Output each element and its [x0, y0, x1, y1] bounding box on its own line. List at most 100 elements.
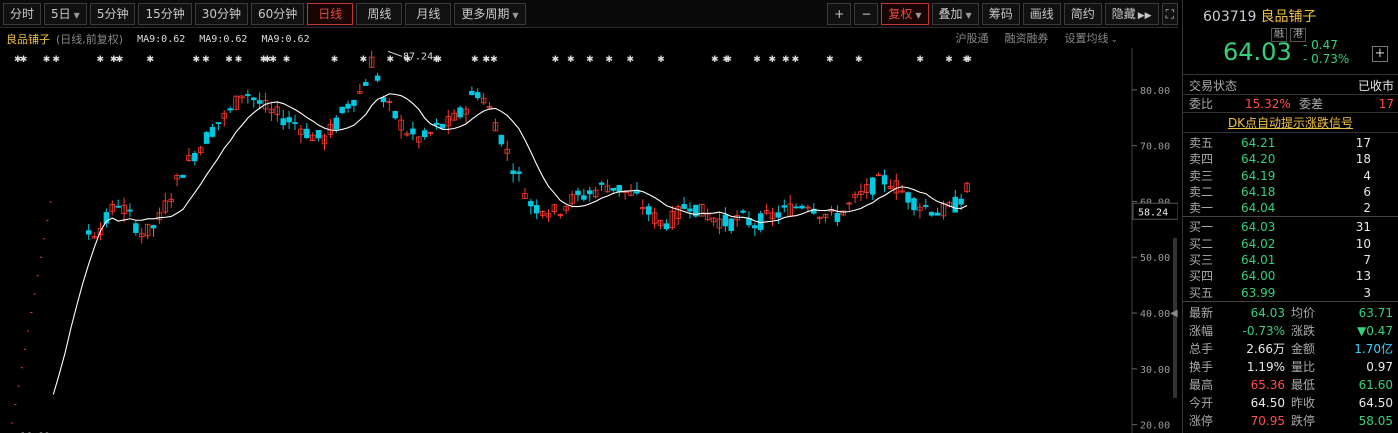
candle-body[interactable] — [392, 110, 398, 119]
candle-body[interactable] — [722, 214, 729, 227]
add-watchlist-button[interactable]: + — [1372, 46, 1388, 62]
chips-button[interactable]: 筹码 — [981, 3, 1020, 25]
candle-body[interactable] — [911, 198, 917, 211]
btn-5day[interactable]: 5日 ▼ — [44, 2, 87, 25]
candle-body[interactable] — [528, 201, 534, 207]
candle-body[interactable] — [799, 205, 805, 209]
candle-body[interactable] — [286, 117, 292, 123]
zoom-out-button[interactable]: − — [854, 3, 879, 25]
simple-button[interactable]: 简约 — [1063, 3, 1102, 25]
candle-body[interactable] — [958, 198, 964, 205]
candle-body[interactable] — [575, 190, 581, 196]
candle-body[interactable] — [304, 128, 310, 139]
scroll-handle-icon[interactable]: ◀ — [1170, 308, 1178, 319]
btn-30min[interactable]: 30分钟 — [194, 2, 249, 25]
candle-body[interactable] — [469, 90, 475, 96]
orderbook-row[interactable]: 买一 64.03 31 — [1183, 219, 1398, 235]
link-hk-connect[interactable]: 沪股通 — [955, 30, 988, 46]
hide-button[interactable]: 隐藏 ▶▶ — [1104, 3, 1159, 25]
candle-body[interactable] — [410, 128, 416, 135]
candle-body[interactable] — [380, 97, 387, 103]
btn-intraday[interactable]: 分时 — [3, 2, 42, 25]
orderbook-row[interactable]: 买四 64.00 13 — [1183, 268, 1398, 284]
overlay-button[interactable]: 叠加 ▼ — [931, 3, 979, 25]
candle-body[interactable] — [280, 118, 286, 126]
candle-body[interactable] — [793, 206, 799, 209]
kline-chart[interactable]: 80.0070.0060.0050.0040.0030.0020.00◀✱✱✱✱… — [0, 48, 1178, 433]
candle-body[interactable] — [374, 75, 381, 81]
candle-body[interactable] — [598, 182, 605, 185]
btn-15min[interactable]: 15分钟 — [138, 2, 192, 25]
candle-body[interactable] — [339, 106, 345, 114]
candle-body[interactable] — [351, 99, 357, 106]
orderbook-row[interactable]: 卖五 64.21 17 — [1183, 135, 1398, 151]
link-margin[interactable]: 融资融券 — [1004, 30, 1048, 46]
candle-body[interactable] — [227, 108, 233, 111]
candle-body[interactable] — [421, 130, 428, 138]
candle-body[interactable] — [781, 205, 788, 208]
candle-body[interactable] — [687, 208, 693, 212]
candle-body[interactable] — [115, 205, 121, 208]
candle-body[interactable] — [645, 206, 652, 215]
candle-body[interactable] — [85, 230, 92, 235]
btn-60min[interactable]: 60分钟 — [251, 2, 305, 25]
btn-more-periods[interactable]: 更多周期 ▼ — [454, 2, 526, 25]
candle-body[interactable] — [133, 223, 139, 233]
candle-body[interactable] — [728, 218, 734, 231]
candle-body[interactable] — [533, 205, 540, 214]
candle-body[interactable] — [775, 212, 782, 218]
candle-body[interactable] — [433, 122, 440, 126]
candle-body[interactable] — [127, 209, 133, 212]
candle-body[interactable] — [251, 97, 257, 101]
candle-body[interactable] — [215, 122, 222, 125]
candle-body[interactable] — [203, 132, 210, 144]
candle-body[interactable] — [952, 196, 959, 213]
candle-body[interactable] — [150, 225, 157, 229]
candle-body[interactable] — [610, 187, 617, 191]
candle-body[interactable] — [923, 205, 929, 207]
candle-body[interactable] — [345, 103, 351, 109]
candle-body[interactable] — [869, 177, 876, 195]
candle-body[interactable] — [928, 211, 935, 216]
candle-body[interactable] — [498, 134, 505, 145]
candle-body[interactable] — [581, 195, 587, 200]
candle-body[interactable] — [363, 82, 369, 86]
candle-body[interactable] — [752, 225, 758, 229]
adjust-button[interactable]: 复权 ▼ — [881, 3, 929, 25]
fullscreen-button[interactable]: ⛶ — [1161, 3, 1178, 25]
orderbook-row[interactable]: 买二 64.02 10 — [1183, 236, 1398, 252]
candle-body[interactable] — [516, 171, 522, 174]
candle-body[interactable] — [292, 122, 298, 124]
candle-body[interactable] — [245, 94, 251, 96]
candle-body[interactable] — [457, 107, 463, 118]
link-ma-settings[interactable]: 设置均线 ⌄ — [1064, 30, 1118, 46]
candle-body[interactable] — [905, 192, 911, 203]
orderbook-row[interactable]: 卖一 64.04 2 — [1183, 200, 1398, 216]
orderbook-row[interactable]: 卖三 64.19 4 — [1183, 168, 1398, 184]
btn-weekly[interactable]: 周线 — [356, 2, 403, 25]
draw-button[interactable]: 画线 — [1022, 3, 1061, 25]
candle-body[interactable] — [180, 174, 186, 178]
candle-body[interactable] — [510, 170, 516, 175]
candle-body[interactable] — [587, 190, 593, 195]
btn-5min[interactable]: 5分钟 — [89, 2, 136, 25]
orderbook-row[interactable]: 买五 63.99 3 — [1183, 285, 1398, 301]
candle-body[interactable] — [256, 100, 263, 104]
candle-body[interactable] — [315, 130, 322, 139]
zoom-in-button[interactable]: + — [827, 3, 852, 25]
orderbook-row[interactable]: 卖四 64.20 18 — [1183, 151, 1398, 167]
candle-body[interactable] — [475, 92, 481, 99]
orderbook-row[interactable]: 卖二 64.18 6 — [1183, 184, 1398, 200]
dk-signal-link[interactable]: DK点自动提示涨跌信号 — [1183, 113, 1398, 133]
candle-body[interactable] — [209, 127, 216, 137]
orderbook-row[interactable]: 买三 64.01 7 — [1183, 252, 1398, 268]
candle-body[interactable] — [740, 210, 746, 213]
candle-body[interactable] — [192, 152, 198, 162]
candle-body[interactable] — [834, 212, 841, 222]
btn-daily[interactable]: 日线 — [307, 2, 354, 25]
candle-body[interactable] — [934, 212, 941, 216]
candle-body[interactable] — [333, 117, 340, 130]
btn-monthly[interactable]: 月线 — [405, 2, 452, 25]
candle-body[interactable] — [681, 204, 687, 209]
candle-body[interactable] — [663, 223, 670, 230]
